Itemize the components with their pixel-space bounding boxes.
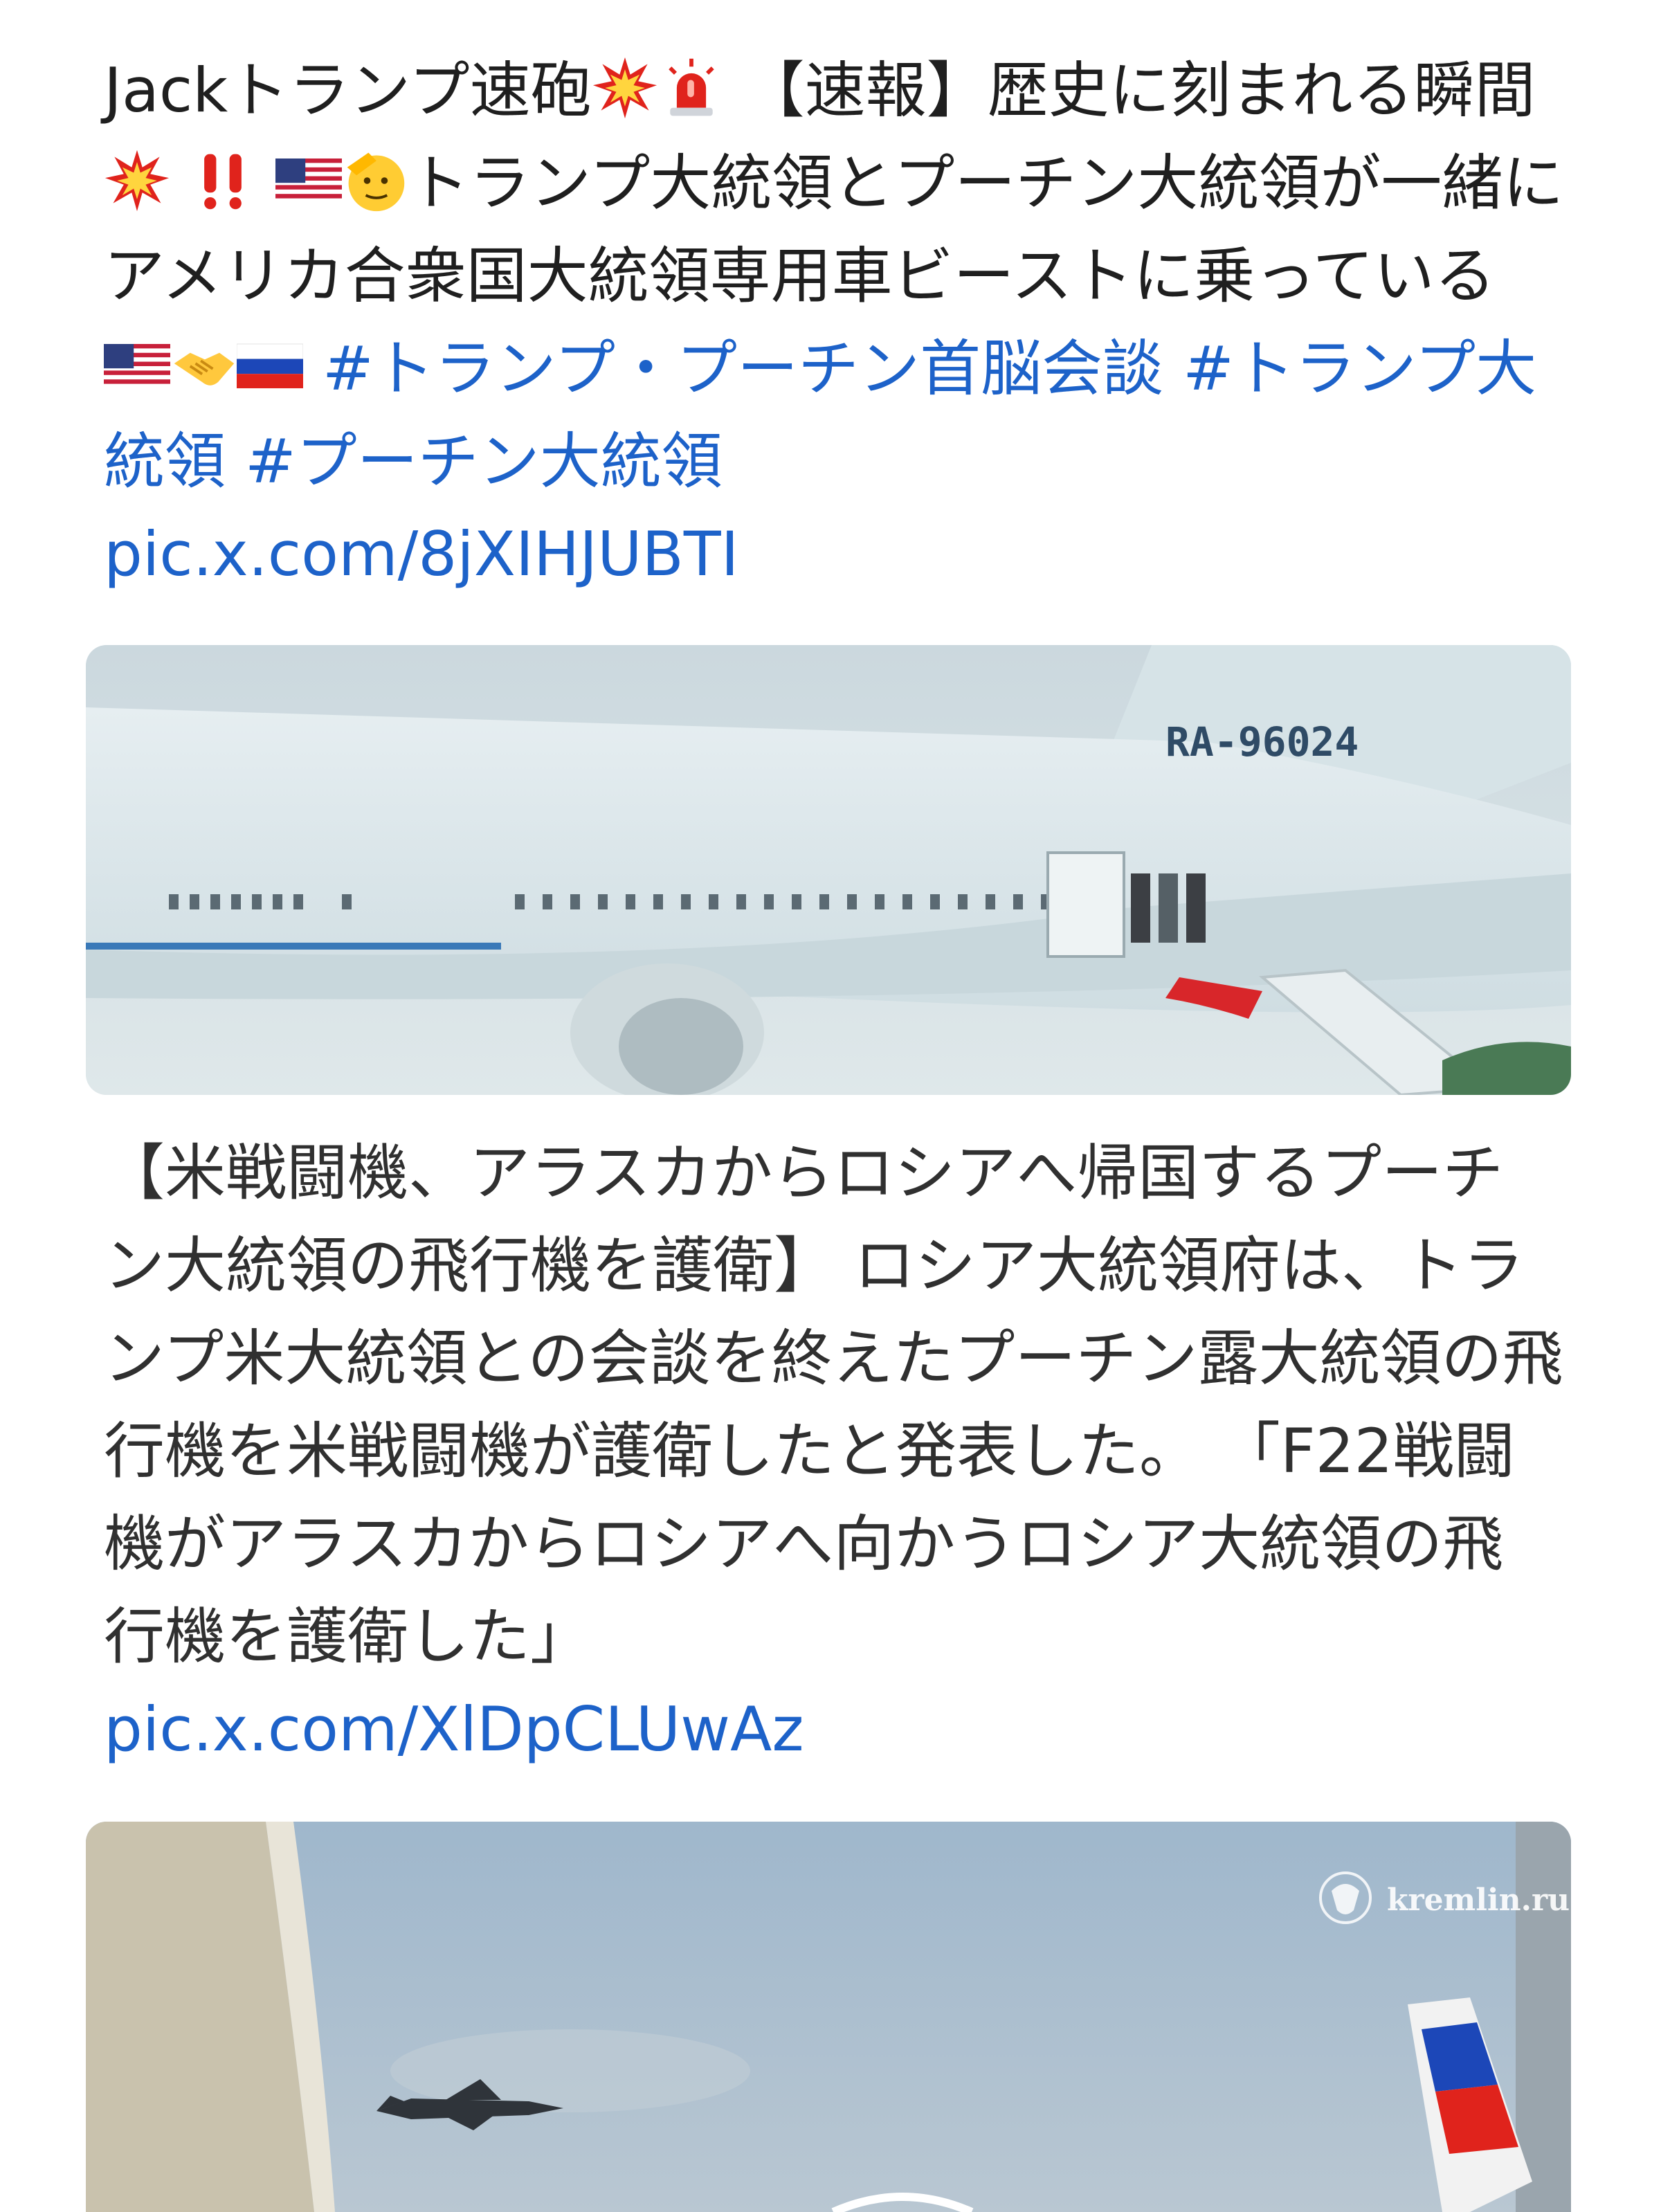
saluting-face-icon bbox=[342, 147, 408, 214]
post-2-media-window-view[interactable]: kremlin.ru bbox=[86, 1822, 1571, 2212]
us-flag-icon bbox=[104, 333, 170, 399]
post-2-pic-link[interactable]: pic.x.com/XlDpCLUwAz bbox=[104, 1694, 804, 1765]
us-flag-icon bbox=[275, 147, 342, 214]
post-1-intro: Jackトランプ速砲 bbox=[104, 55, 592, 126]
explosion-icon bbox=[592, 55, 658, 121]
russia-flag-icon bbox=[237, 333, 303, 399]
post-2-text: 【米戦闘機、アラスカからロシアへ帰国するプーチン大統領の飛行機を護衛】 ロシア大… bbox=[104, 1127, 1564, 1776]
watermark: kremlin.ru bbox=[1387, 1883, 1570, 1918]
post-2-body: 【米戦闘機、アラスカからロシアへ帰国するプーチン大統領の飛行機を護衛】 ロシア大… bbox=[104, 1137, 1563, 1672]
aircraft-registration: RA-96024 bbox=[1165, 718, 1359, 765]
police-light-icon bbox=[658, 55, 725, 121]
post-1-media-airplane[interactable]: RA-96024 bbox=[86, 645, 1571, 1095]
hashtag-president-putin[interactable]: #プーチン大統領 bbox=[245, 426, 723, 497]
post-1-pic-link[interactable]: pic.x.com/8jXIHJUBTI bbox=[104, 518, 739, 590]
handshake-icon bbox=[170, 333, 237, 399]
post-1-headline: 【速報】歴史に刻まれる瞬間 bbox=[724, 55, 1536, 126]
double-exclamation-icon bbox=[190, 147, 256, 214]
hashtag-trump-putin-summit[interactable]: #トランプ・プーチン首脳会談 bbox=[323, 333, 1163, 404]
post-1-text: Jackトランプ速砲 【速報】歴史に刻まれる瞬間 トランプ大統領とプーチン大統領… bbox=[104, 44, 1564, 601]
explosion-icon bbox=[104, 147, 170, 214]
